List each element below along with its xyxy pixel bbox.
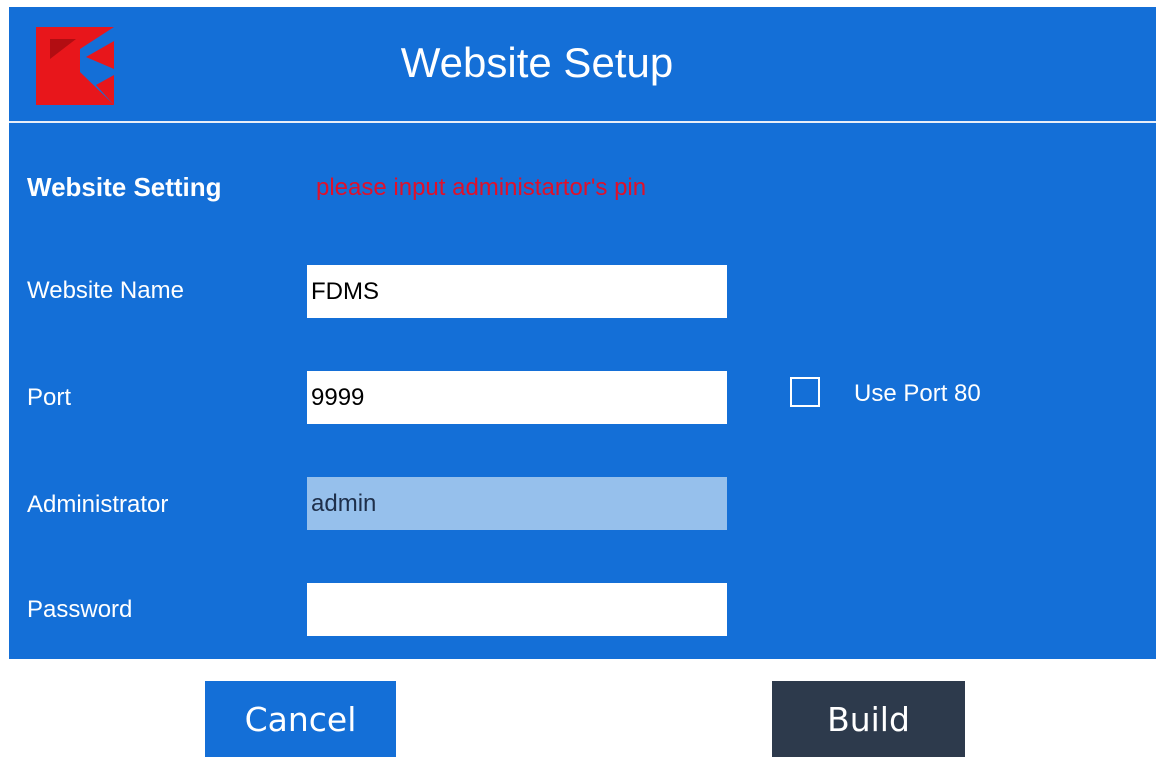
dialog-header: Website Setup (9, 7, 1156, 121)
website-name-input[interactable] (307, 265, 727, 318)
password-label: Password (27, 596, 133, 623)
pin-warning-message: please input administartor's pin (316, 174, 647, 201)
website-setup-dialog: Website Setup Website Setting please inp… (9, 7, 1156, 659)
cancel-button[interactable]: Cancel (205, 681, 396, 757)
build-button[interactable]: Build (772, 681, 965, 757)
port-input[interactable] (307, 371, 727, 424)
section-title: Website Setting (27, 172, 222, 202)
use-port-80-label: Use Port 80 (854, 380, 981, 407)
password-input[interactable] (307, 583, 727, 636)
port-label: Port (27, 384, 72, 411)
header-divider (9, 121, 1156, 123)
administrator-label: Administrator (27, 491, 169, 518)
dialog-title: Website Setup (400, 39, 674, 86)
website-name-label: Website Name (27, 277, 184, 304)
administrator-input (307, 477, 727, 530)
use-port-80-checkbox[interactable] (790, 377, 820, 407)
